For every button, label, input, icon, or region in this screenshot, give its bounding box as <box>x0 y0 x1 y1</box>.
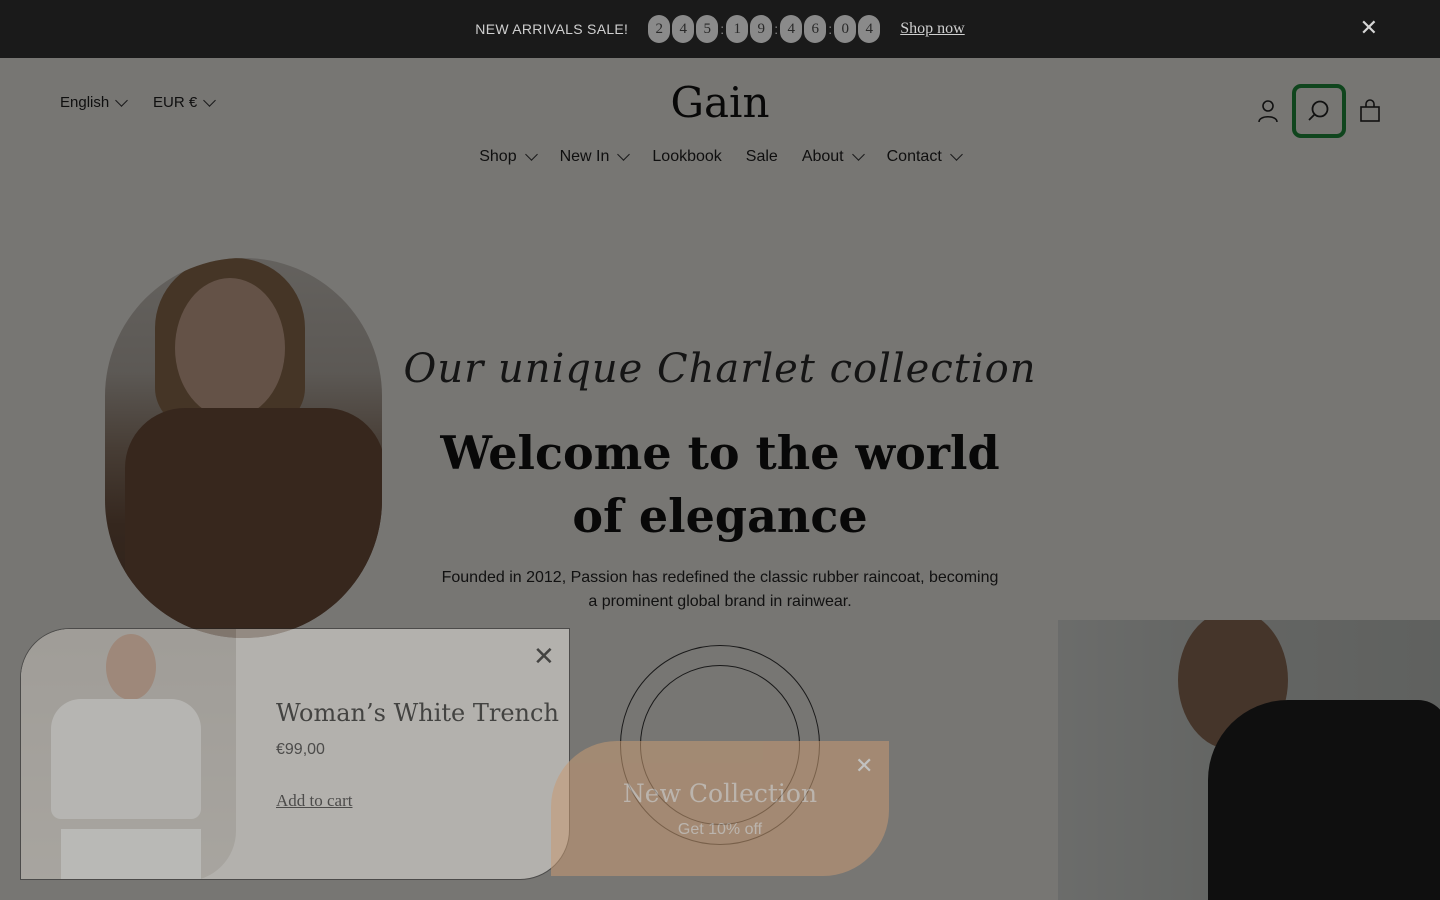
shop-now-link[interactable]: Shop now <box>900 20 964 38</box>
collection-title: New Collection <box>622 779 818 808</box>
chevron-down-icon <box>524 148 538 161</box>
hero-headline: Welcome to the world of elegance <box>440 426 1000 543</box>
nav-item-shop[interactable]: Shop <box>479 148 538 166</box>
countdown-digit: 4 <box>780 15 803 43</box>
header-icons <box>1254 84 1384 138</box>
chevron-down-icon <box>851 148 865 161</box>
nav-label: Lookbook <box>652 148 722 165</box>
countdown-digit: 9 <box>750 15 773 43</box>
collection-popup[interactable]: New Collection Get 10% off ✕ <box>551 741 889 876</box>
announcement-text: NEW ARRIVALS SALE! <box>475 21 629 37</box>
nav-label: New In <box>559 148 610 165</box>
product-popup: Woman’s White Trench €99,00 Add to cart … <box>20 628 570 880</box>
countdown-digit: 4 <box>858 15 881 43</box>
countdown-digit: 1 <box>726 15 749 43</box>
hero-description: Founded in 2012, Passion has redefined t… <box>441 569 999 610</box>
main-nav: Shop New In Lookbook Sale About Contact <box>0 148 1440 166</box>
chevron-down-icon <box>617 148 631 161</box>
countdown-digit: 6 <box>804 15 827 43</box>
product-image[interactable] <box>21 629 236 879</box>
site-header: English EUR € Gain Shop New In Lookbook <box>0 58 1440 198</box>
countdown-digit: 5 <box>696 15 719 43</box>
hero-model-image <box>105 258 382 638</box>
nav-label: Sale <box>745 148 778 165</box>
add-to-cart-link[interactable]: Add to cart <box>276 791 352 811</box>
nav-item-about[interactable]: About <box>801 148 865 166</box>
product-title[interactable]: Woman’s White Trench <box>276 699 559 727</box>
countdown-timer: 2 4 5 : 1 9 : 4 6 : 0 4 <box>648 15 881 43</box>
collection-subtitle: Get 10% off <box>677 821 763 838</box>
search-button[interactable] <box>1292 84 1346 138</box>
countdown-digit: 2 <box>648 15 671 43</box>
announcement-close-icon[interactable]: ✕ <box>1360 17 1378 39</box>
account-icon[interactable] <box>1254 97 1282 125</box>
chevron-down-icon <box>949 148 963 161</box>
hero-side-image <box>1058 620 1440 900</box>
nav-label: Shop <box>479 148 517 165</box>
countdown-separator: : <box>720 21 725 37</box>
nav-item-new-in[interactable]: New In <box>559 148 631 166</box>
nav-label: Contact <box>886 148 942 165</box>
collection-popup-close-icon[interactable]: ✕ <box>855 755 873 777</box>
product-popup-close-icon[interactable]: ✕ <box>533 643 555 669</box>
countdown-separator: : <box>828 21 833 37</box>
nav-item-lookbook[interactable]: Lookbook <box>652 148 721 166</box>
nav-item-sale[interactable]: Sale <box>746 148 778 166</box>
nav-label: About <box>801 148 844 165</box>
product-price: €99,00 <box>276 741 325 758</box>
countdown-separator: : <box>774 21 779 37</box>
search-icon <box>1308 100 1329 121</box>
cart-icon[interactable] <box>1356 97 1384 125</box>
announcement-bar: NEW ARRIVALS SALE! 2 4 5 : 1 9 : 4 6 : 0… <box>0 0 1440 58</box>
hero-script-title: Our unique Charlet collection <box>403 346 1037 392</box>
countdown-digit: 0 <box>834 15 857 43</box>
nav-item-contact[interactable]: Contact <box>886 148 963 166</box>
countdown-digit: 4 <box>672 15 695 43</box>
site-logo[interactable]: Gain <box>0 78 1440 127</box>
